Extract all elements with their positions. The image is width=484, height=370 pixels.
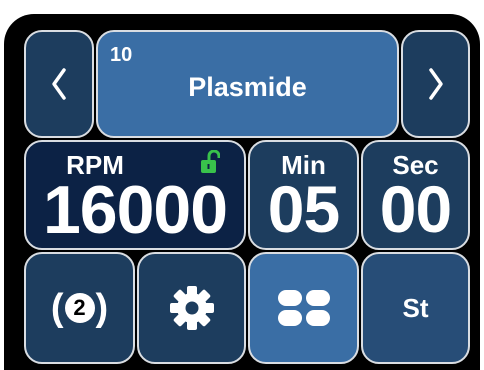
program-selector[interactable]: 10 Plasmide: [96, 30, 399, 138]
rpm-value: 16000: [42, 172, 228, 248]
run-count-button[interactable]: ( 2 ): [24, 252, 135, 364]
chevron-right-icon: [428, 68, 443, 100]
unlock-icon[interactable]: [200, 150, 220, 174]
chevron-left-icon: [52, 68, 66, 100]
program-list-button[interactable]: [248, 252, 359, 364]
program-number: 10: [110, 44, 133, 66]
run-count-value: 2: [64, 293, 95, 323]
settings-button[interactable]: [137, 252, 246, 364]
minutes-value: 05: [267, 172, 340, 246]
previous-program-button[interactable]: [24, 30, 94, 138]
grid-icon: [277, 290, 330, 326]
minutes-tile[interactable]: Min 05: [248, 140, 359, 250]
gear-icon: [169, 286, 214, 330]
seconds-value: 00: [379, 172, 452, 246]
next-program-button[interactable]: [401, 30, 470, 138]
start-label: St: [402, 292, 429, 323]
rpm-tile[interactable]: RPM 16000: [24, 140, 246, 250]
program-name: Plasmide: [188, 72, 307, 102]
seconds-tile[interactable]: Sec 00: [361, 140, 470, 250]
run-count-badge: ( 2 ): [50, 286, 109, 329]
start-button[interactable]: St: [361, 252, 470, 364]
